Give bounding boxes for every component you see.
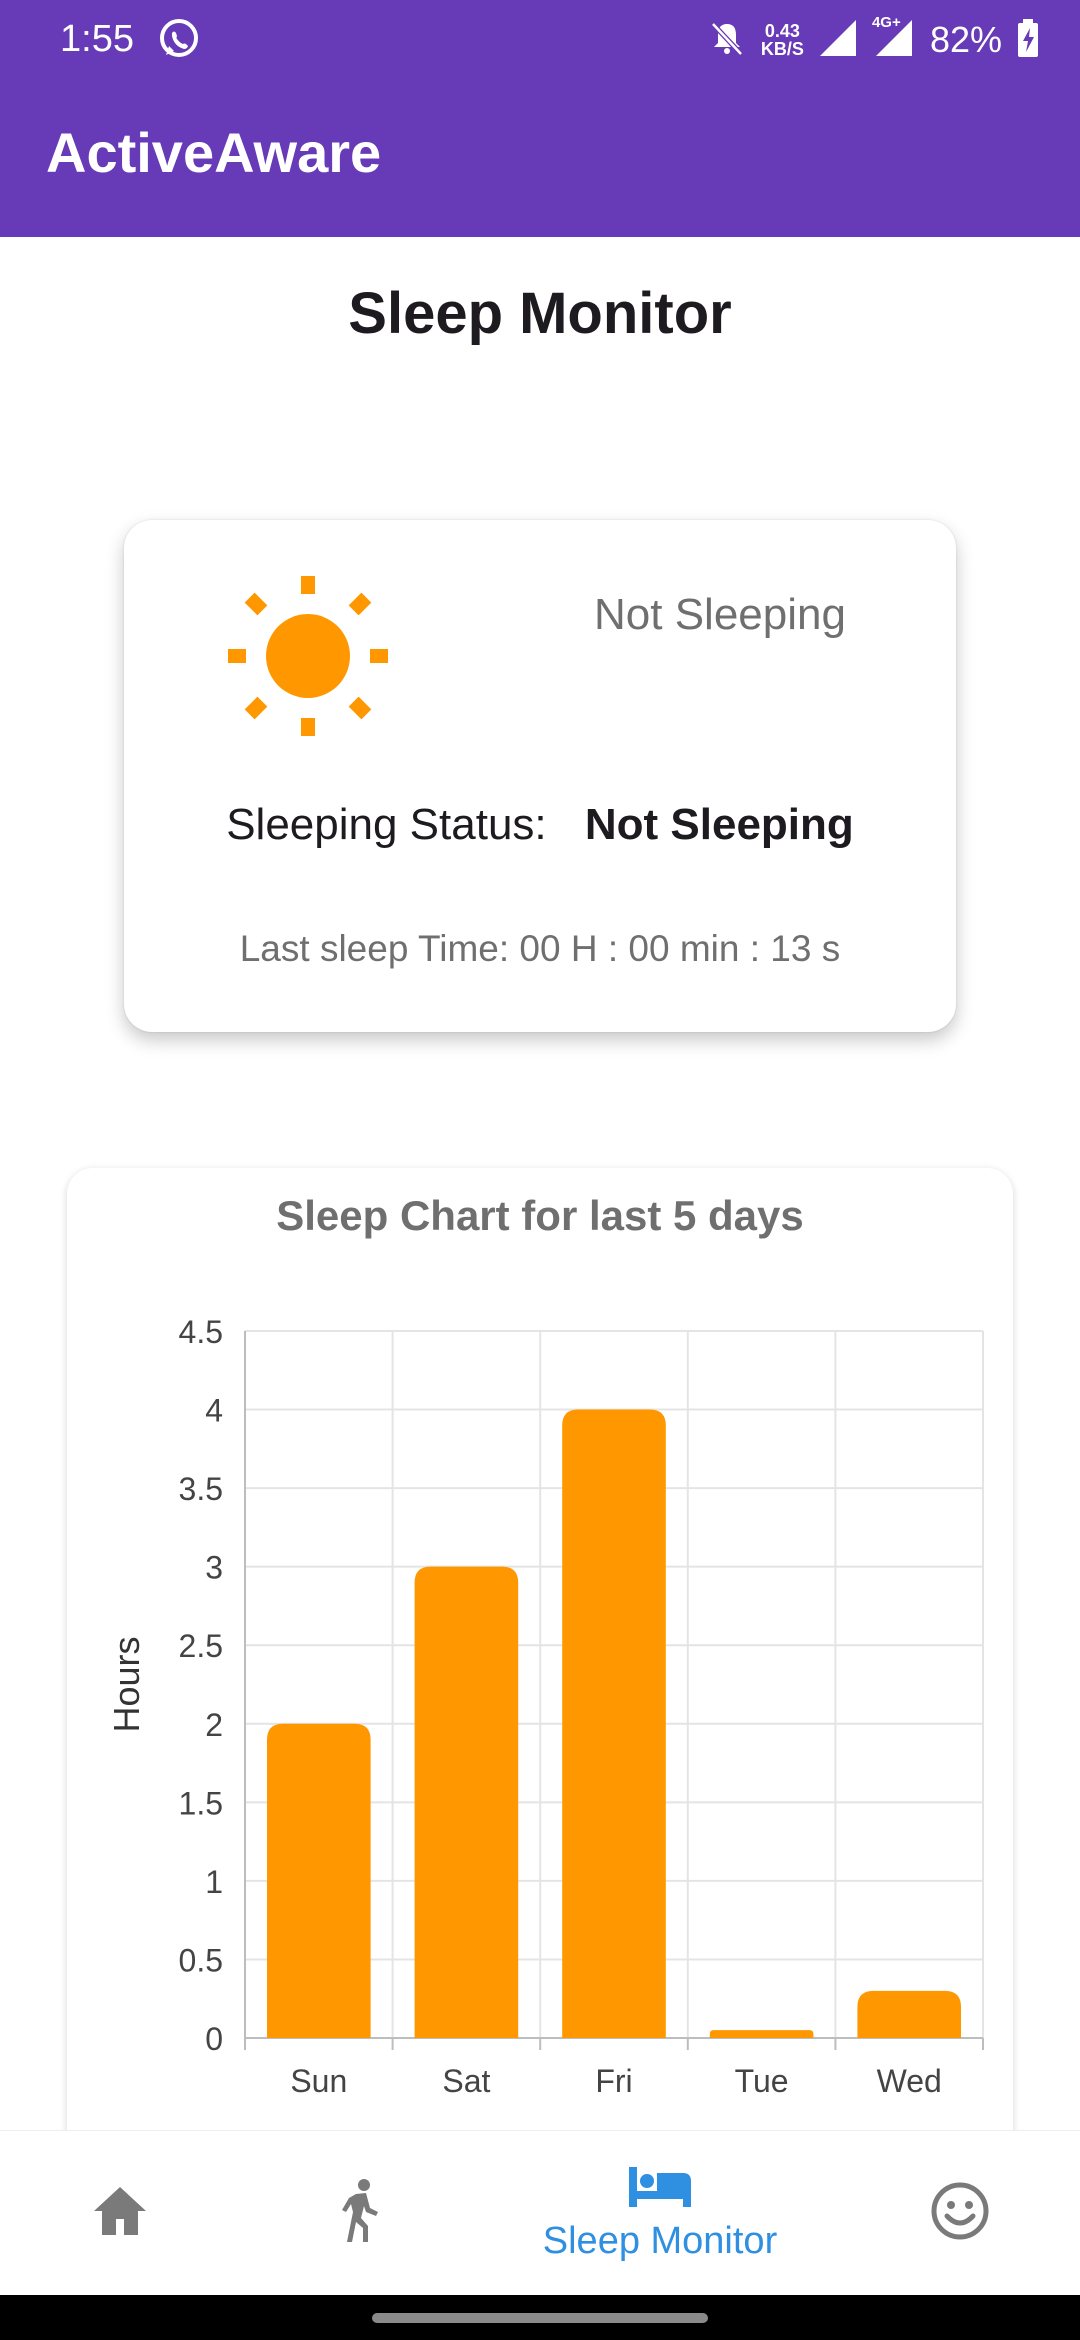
mobile-signal-icon: 4G+	[872, 14, 916, 63]
x-tick-label: Sat	[442, 2063, 490, 2099]
notifications-off-icon	[707, 18, 747, 63]
smiley-icon	[930, 2181, 990, 2246]
y-tick-label: 4.5	[179, 1314, 223, 1350]
bed-icon	[627, 2165, 693, 2214]
status-bar: 1:55 0.43 KB/S 4G+ 82%	[0, 0, 1080, 80]
bar-sun	[267, 1723, 371, 2038]
bottom-navigation: Sleep Monitor	[0, 2130, 1080, 2296]
whatsapp-icon	[158, 18, 200, 60]
signal-icon	[818, 18, 858, 63]
y-tick-label: 0.5	[179, 1942, 223, 1978]
y-tick-label: 2	[205, 1707, 223, 1743]
system-gesture-bar	[0, 2295, 1080, 2340]
x-tick-label: Tue	[735, 2063, 789, 2099]
y-tick-label: 3.5	[179, 1471, 223, 1507]
sleeping-status-label: Sleeping Status:	[226, 800, 547, 849]
app-title: ActiveAware	[46, 121, 382, 184]
bar-tue	[709, 2030, 814, 2038]
nav-activity[interactable]	[280, 2131, 440, 2296]
y-axis-label: Hours	[106, 1636, 147, 1732]
x-tick-label: Fri	[595, 2063, 632, 2099]
status-time: 1:55	[60, 18, 134, 60]
net-speed-unit: KB/S	[760, 39, 804, 59]
app-bar: ActiveAware	[0, 80, 1080, 237]
sleeping-status-row: Sleeping Status: Not Sleeping	[124, 800, 956, 850]
y-tick-label: 3	[205, 1550, 223, 1586]
x-tick-label: Wed	[877, 2063, 942, 2099]
battery-charging-icon	[1016, 18, 1040, 63]
y-tick-label: 1	[205, 1864, 223, 1900]
x-tick-label: Sun	[290, 2063, 347, 2099]
bar-fri	[562, 1409, 666, 2038]
walking-icon	[336, 2178, 384, 2249]
sleeping-status-value: Not Sleeping	[584, 800, 854, 849]
y-tick-label: 1.5	[179, 1785, 223, 1821]
nav-sleep-monitor-label: Sleep Monitor	[542, 2219, 778, 2262]
status-icons: 0.43 KB/S 4G+ 82%	[707, 14, 1040, 66]
battery-percent: 82%	[929, 19, 1002, 60]
home-icon	[90, 2183, 150, 2244]
y-tick-label: 0	[205, 2021, 223, 2057]
sleep-status-card: Not Sleeping Sleeping Status: Not Sleepi…	[124, 520, 956, 1032]
sleep-chart: 0 0.5 1 1.5 2 2.5 3 3.5 4 4.5 Sun Sat Fri Tue Wed Hours	[106, 1314, 984, 2099]
sleep-state-text: Not Sleeping	[594, 590, 846, 639]
network-type: 4G+	[871, 13, 901, 31]
last-sleep-time: Last sleep Time: 00 H : 00 min : 13 s	[239, 928, 841, 969]
page-title: Sleep Monitor	[348, 281, 732, 346]
y-tick-label: 4	[205, 1393, 223, 1429]
nav-sleep-monitor[interactable]: Sleep Monitor	[500, 2131, 820, 2296]
bar-sat	[414, 1566, 519, 2038]
nav-home[interactable]	[40, 2131, 200, 2296]
sleep-chart-card: Sleep Chart for last 5 days 0 0.5 1 1.5 2 2.5…	[67, 1168, 1013, 2168]
sun-icon	[228, 576, 388, 736]
net-speed: 0.43 KB/S	[761, 22, 804, 58]
nav-mood[interactable]	[880, 2131, 1040, 2296]
bar-wed	[857, 1990, 961, 2038]
gesture-handle[interactable]	[372, 2313, 708, 2323]
net-speed-value: 0.43	[764, 21, 800, 41]
y-tick-label: 2.5	[179, 1628, 223, 1664]
